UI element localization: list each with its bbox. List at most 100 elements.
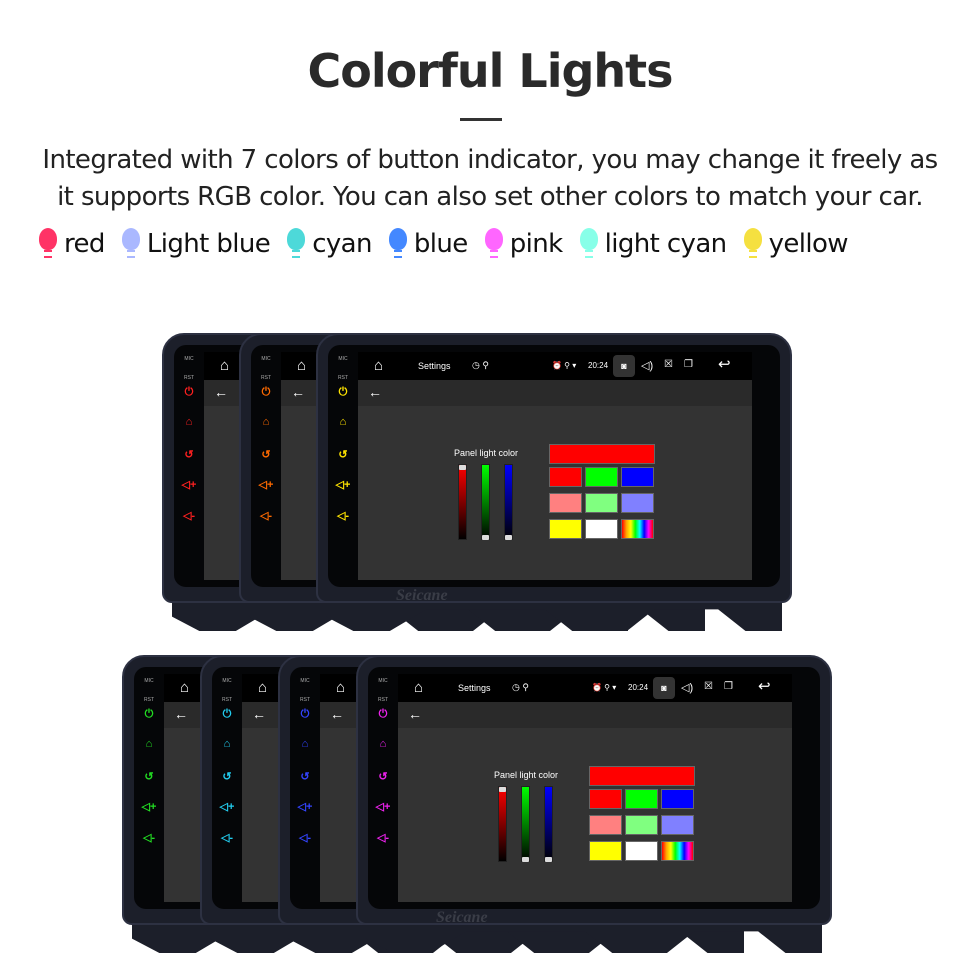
slider-thumb[interactable] [522, 857, 529, 862]
return-icon[interactable]: ↩ [758, 677, 771, 695]
color-swatch[interactable] [625, 815, 658, 835]
slider-thumb[interactable] [499, 787, 506, 792]
slider-thumb[interactable] [459, 465, 466, 470]
vol-up-icon[interactable]: ◁+ [372, 800, 394, 813]
vol-down-icon[interactable]: ◁- [294, 831, 316, 844]
back-icon[interactable]: ↺ [178, 448, 200, 461]
vol-down-icon[interactable]: ◁- [372, 831, 394, 844]
color-swatch[interactable] [621, 519, 654, 539]
rst-button[interactable]: RST [294, 697, 316, 703]
vol-up-icon[interactable]: ◁+ [294, 800, 316, 813]
rst-button[interactable]: RST [255, 375, 277, 381]
home-icon[interactable]: ⌂ [216, 738, 238, 750]
vol-up-icon[interactable]: ◁+ [255, 478, 277, 491]
color-swatch[interactable] [621, 467, 654, 487]
color-swatch[interactable] [589, 815, 622, 835]
color-swatch[interactable] [625, 841, 658, 861]
vol-down-icon[interactable]: ◁- [138, 831, 160, 844]
vol-down-icon[interactable]: ◁- [332, 509, 354, 522]
volume-icon[interactable]: ◁) [641, 359, 653, 372]
home-icon[interactable]: ⌂ [258, 679, 267, 696]
home-icon[interactable]: ⌂ [178, 416, 200, 428]
color-swatch[interactable] [661, 841, 694, 861]
rst-button[interactable]: RST [332, 375, 354, 381]
color-swatch[interactable] [589, 841, 622, 861]
back-icon[interactable]: ↺ [332, 448, 354, 461]
rst-button[interactable]: RST [372, 697, 394, 703]
color-swatch[interactable] [661, 789, 694, 809]
power-icon[interactable]: ⏻ [255, 386, 277, 399]
back-arrow-icon[interactable]: ← [174, 706, 188, 722]
power-icon[interactable]: ⏻ [294, 708, 316, 721]
back-arrow-icon[interactable]: ← [291, 384, 305, 400]
power-icon[interactable]: ⏻ [372, 708, 394, 721]
color-swatch[interactable] [661, 815, 694, 835]
back-icon[interactable]: ↺ [294, 770, 316, 783]
back-icon[interactable]: ↺ [216, 770, 238, 783]
screenshot-icon[interactable]: ◙ [653, 677, 675, 699]
slider-thumb[interactable] [545, 857, 552, 862]
back-arrow-icon[interactable]: ← [252, 706, 266, 722]
vol-up-icon[interactable]: ◁+ [178, 478, 200, 491]
home-icon[interactable]: ⌂ [372, 738, 394, 750]
vol-up-icon[interactable]: ◁+ [332, 478, 354, 491]
back-icon[interactable]: ↺ [372, 770, 394, 783]
home-icon[interactable]: ⌂ [414, 679, 423, 696]
home-icon[interactable]: ⌂ [297, 357, 306, 374]
color-swatch[interactable] [625, 789, 658, 809]
recent-apps-icon[interactable]: ❐ [684, 359, 693, 370]
back-icon[interactable]: ↺ [138, 770, 160, 783]
recent-apps-icon[interactable]: ❐ [724, 681, 733, 692]
vol-down-icon[interactable]: ◁- [216, 831, 238, 844]
power-icon[interactable]: ⏻ [178, 386, 200, 399]
legend-label: light cyan [604, 229, 728, 259]
slider-thumb[interactable] [482, 535, 489, 540]
rst-button[interactable]: RST [178, 375, 200, 381]
blue-slider[interactable] [504, 464, 513, 540]
screenshot-icon[interactable]: ◙ [613, 355, 635, 377]
green-slider[interactable] [521, 786, 530, 862]
blue-slider[interactable] [544, 786, 553, 862]
red-slider[interactable] [498, 786, 507, 862]
rst-button[interactable]: RST [138, 697, 160, 703]
home-icon[interactable]: ⌂ [255, 416, 277, 428]
color-swatch[interactable] [585, 467, 618, 487]
green-slider[interactable] [481, 464, 490, 540]
power-icon[interactable]: ⏻ [138, 708, 160, 721]
vol-up-icon[interactable]: ◁+ [216, 800, 238, 813]
home-icon[interactable]: ⌂ [294, 738, 316, 750]
home-icon[interactable]: ⌂ [220, 357, 229, 374]
color-legend: red Light blue cyan blue pink light cyan yello… [38, 228, 849, 260]
clock: 20:24 [628, 683, 649, 692]
back-arrow-icon[interactable]: ← [368, 384, 382, 400]
legend-label: yellow [768, 229, 849, 259]
color-swatch[interactable] [585, 519, 618, 539]
slider-thumb[interactable] [505, 535, 512, 540]
close-app-icon[interactable]: ☒ [664, 359, 673, 370]
back-icon[interactable]: ↺ [255, 448, 277, 461]
home-icon[interactable]: ⌂ [332, 416, 354, 428]
color-swatch[interactable] [589, 789, 622, 809]
color-swatch[interactable] [549, 493, 582, 513]
rst-button[interactable]: RST [216, 697, 238, 703]
color-swatch[interactable] [549, 467, 582, 487]
vol-down-icon[interactable]: ◁- [178, 509, 200, 522]
home-icon[interactable]: ⌂ [180, 679, 189, 696]
home-icon[interactable]: ⌂ [336, 679, 345, 696]
power-icon[interactable]: ⏻ [332, 386, 354, 399]
power-icon[interactable]: ⏻ [216, 708, 238, 721]
back-arrow-icon[interactable]: ← [214, 384, 228, 400]
red-slider[interactable] [458, 464, 467, 540]
vol-down-icon[interactable]: ◁- [255, 509, 277, 522]
back-arrow-icon[interactable]: ← [330, 706, 344, 722]
back-arrow-icon[interactable]: ← [408, 706, 422, 722]
color-swatch[interactable] [585, 493, 618, 513]
color-swatch[interactable] [621, 493, 654, 513]
vol-up-icon[interactable]: ◁+ [138, 800, 160, 813]
volume-icon[interactable]: ◁) [681, 681, 693, 694]
close-app-icon[interactable]: ☒ [704, 681, 713, 692]
home-icon[interactable]: ⌂ [374, 357, 383, 374]
home-icon[interactable]: ⌂ [138, 738, 160, 750]
color-swatch[interactable] [549, 519, 582, 539]
return-icon[interactable]: ↩ [718, 355, 731, 373]
